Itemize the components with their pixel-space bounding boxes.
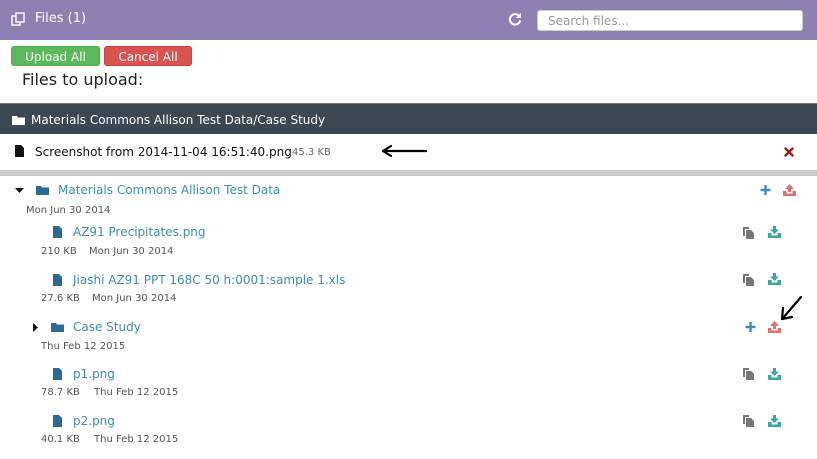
file-date: Thu Feb 12 2015 — [94, 387, 179, 398]
queued-file-name: Screenshot from 2014-11-04 16:51:40.png — [35, 145, 292, 159]
file-link[interactable]: p1.png — [73, 367, 115, 381]
folder-icon — [36, 186, 49, 195]
search-input[interactable] — [537, 10, 803, 31]
caret-down-icon[interactable] — [15, 186, 24, 195]
file-link[interactable]: p2.png — [73, 414, 115, 428]
caret-right-icon[interactable] — [31, 323, 40, 332]
folder-link-root[interactable]: Materials Commons Allison Test Data — [58, 183, 280, 197]
download-icon[interactable] — [768, 226, 781, 238]
file-date: Mon Jun 30 2014 — [89, 246, 174, 257]
folder-date: Mon Jun 30 2014 — [26, 205, 111, 216]
file-icon — [53, 274, 62, 286]
arrow-annotation — [381, 144, 428, 158]
panel-title: Files (1) — [35, 11, 87, 26]
folder-link-case-study[interactable]: Case Study — [73, 320, 141, 334]
upload-icon[interactable] — [783, 184, 796, 196]
folder-icon — [51, 323, 64, 332]
upload-target-folder: Materials Commons Allison Test Data/Case… — [31, 113, 326, 127]
refresh-icon[interactable] — [507, 11, 523, 27]
section-divider — [0, 170, 817, 176]
file-date: Thu Feb 12 2015 — [94, 434, 179, 445]
file-date: Mon Jun 30 2014 — [92, 293, 177, 304]
files-to-upload-heading: Files to upload: — [22, 70, 144, 89]
files-icon — [11, 12, 25, 26]
file-icon — [53, 415, 62, 427]
copy-icon[interactable] — [743, 368, 754, 380]
download-icon[interactable] — [768, 368, 781, 380]
upload-icon[interactable] — [768, 321, 781, 333]
file-link[interactable]: Jiashi AZ91 PPT 168C 50 h:0001:sample 1.… — [73, 273, 345, 287]
upload-all-button[interactable]: Upload All — [11, 46, 100, 66]
arrow-annotation — [780, 295, 803, 321]
cancel-all-button[interactable]: Cancel All — [104, 46, 192, 66]
add-icon[interactable] — [760, 184, 771, 196]
file-size: 40.1 KB — [41, 434, 80, 445]
download-icon[interactable] — [768, 415, 781, 427]
file-link[interactable]: AZ91 Precipitates.png — [73, 225, 206, 239]
queued-file-size: 45.3 KB — [292, 147, 331, 158]
add-icon[interactable] — [745, 321, 756, 333]
copy-icon[interactable] — [743, 415, 754, 427]
file-size: 27.6 KB — [41, 293, 80, 304]
file-size: 78.7 KB — [41, 387, 80, 398]
copy-icon[interactable] — [743, 227, 754, 239]
download-icon[interactable] — [768, 273, 781, 285]
file-size: 210 KB — [41, 246, 77, 257]
copy-icon[interactable] — [743, 274, 754, 286]
remove-icon[interactable] — [784, 147, 794, 157]
folder-icon — [12, 116, 25, 125]
folder-date: Thu Feb 12 2015 — [41, 341, 126, 352]
file-icon — [53, 226, 62, 238]
file-icon — [15, 145, 24, 157]
file-icon — [53, 368, 62, 380]
